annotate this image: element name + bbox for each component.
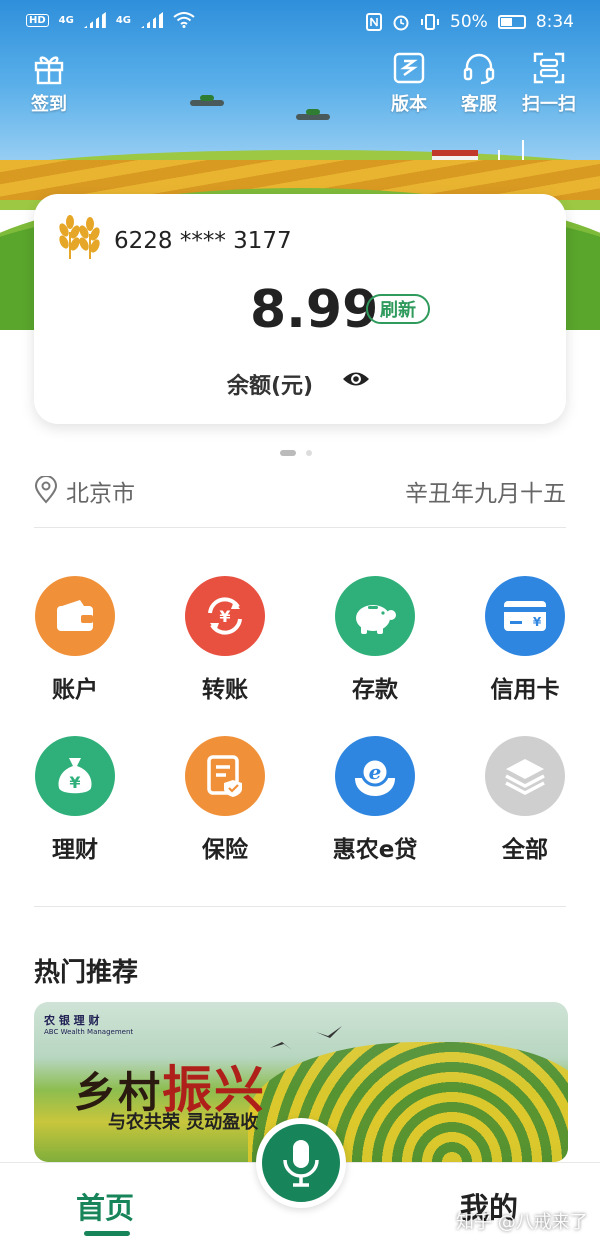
signal-icon <box>83 12 106 28</box>
refresh-button[interactable]: 刷新 <box>366 294 430 324</box>
service-label: 全部 <box>502 837 548 863</box>
service-transfer[interactable]: ¥ 转账 <box>165 576 285 704</box>
battery-percent: 50% <box>450 12 488 32</box>
account-card[interactable]: 6228 **** 3177 8.99 刷新 余额(元) <box>34 194 566 424</box>
scan-icon <box>533 52 565 84</box>
money-bag-icon: ¥ <box>58 758 92 794</box>
svg-text:¥: ¥ <box>533 615 542 629</box>
service-label: 理财 <box>52 837 98 863</box>
signin-button[interactable]: 签到 <box>14 50 84 116</box>
vibrate-icon <box>421 14 440 30</box>
carousel-indicator <box>280 450 312 456</box>
version-icon <box>393 52 425 84</box>
drone-illustration <box>190 95 224 106</box>
battery-icon <box>497 15 526 29</box>
svg-text:¥: ¥ <box>69 773 80 792</box>
divider <box>34 527 566 528</box>
all-circle <box>485 736 565 816</box>
service-deposit[interactable]: 存款 <box>315 576 435 704</box>
service-e-loan[interactable]: e 惠农e贷 <box>315 736 435 864</box>
watermark: 知乎 @八戒来了 <box>456 1212 588 1233</box>
wealth-circle: ¥ <box>35 736 115 816</box>
service-label: 信用卡 <box>490 677 560 703</box>
voice-button[interactable] <box>256 1118 346 1208</box>
customer-service-button[interactable]: 客服 <box>444 50 514 116</box>
eye-icon[interactable] <box>342 370 370 388</box>
balance-label: 余额(元) <box>227 374 314 399</box>
service-label: 转账 <box>202 677 248 703</box>
svg-text:e: e <box>369 760 382 784</box>
signin-label: 签到 <box>31 94 67 115</box>
service-label: 惠农e贷 <box>332 837 418 863</box>
version-button[interactable]: 版本 <box>374 50 444 116</box>
headset-icon <box>463 53 495 85</box>
transfer-circle: ¥ <box>185 576 265 656</box>
tab-home[interactable]: 首页 <box>76 1185 134 1227</box>
service-wealth[interactable]: ¥ 理财 <box>15 736 135 864</box>
credit-card-circle: ¥ <box>485 576 565 656</box>
service-label: 保险 <box>202 837 248 863</box>
tab-home-indicator <box>84 1231 130 1236</box>
transfer-icon: ¥ <box>208 597 242 635</box>
version-label: 版本 <box>391 94 427 115</box>
section-title: 热门推荐 <box>34 958 139 988</box>
hd-indicator: HD <box>26 13 49 27</box>
layers-icon <box>505 759 545 795</box>
piggy-bank-icon <box>356 605 396 634</box>
clock: 8:34 <box>535 12 574 32</box>
swallow-icon <box>270 1026 342 1050</box>
balance-amount: 8.99 <box>250 280 379 340</box>
insurance-icon <box>207 755 242 797</box>
service-label: 存款 <box>352 677 398 703</box>
scan-button[interactable]: 扫一扫 <box>514 50 584 116</box>
alarm-icon <box>393 15 409 31</box>
nfc-icon <box>366 13 383 31</box>
gift-icon <box>34 56 64 85</box>
wallet-icon <box>57 600 93 631</box>
account-circle <box>35 576 115 656</box>
status-bar: HD 4G 4G 50% 8:34 <box>0 0 600 44</box>
service-account[interactable]: 账户 <box>15 576 135 704</box>
service-credit-card[interactable]: ¥ 信用卡 <box>465 576 585 704</box>
location-row: 北京市 辛丑年九月十五 <box>34 472 566 508</box>
service-label: 账户 <box>52 677 98 703</box>
microphone-icon <box>283 1140 319 1187</box>
divider <box>34 906 566 907</box>
lunar-date: 辛丑年九月十五 <box>405 481 566 507</box>
credit-card-icon: ¥ <box>504 601 546 631</box>
wifi-icon <box>173 12 195 28</box>
location-pin-icon <box>34 476 58 504</box>
drone-illustration <box>296 109 330 120</box>
scan-label: 扫一扫 <box>522 94 576 115</box>
banner-tagline: 与农共荣 灵动盈收 <box>108 1112 259 1133</box>
service-all[interactable]: 全部 <box>465 736 585 864</box>
e-loan-icon: e <box>355 757 395 796</box>
insurance-circle <box>185 736 265 816</box>
service-insurance[interactable]: 保险 <box>165 736 285 864</box>
e-loan-circle: e <box>335 736 415 816</box>
svg-text:¥: ¥ <box>219 607 230 626</box>
account-number: 6228 **** 3177 <box>114 228 292 254</box>
wheat-icon <box>59 215 100 259</box>
banner-logo: 农 银 理 财 ABC Wealth Management <box>44 1014 134 1036</box>
service-label: 客服 <box>461 94 497 115</box>
city-selector[interactable]: 北京市 <box>66 474 135 508</box>
deposit-circle <box>335 576 415 656</box>
signal-icon <box>141 12 164 28</box>
